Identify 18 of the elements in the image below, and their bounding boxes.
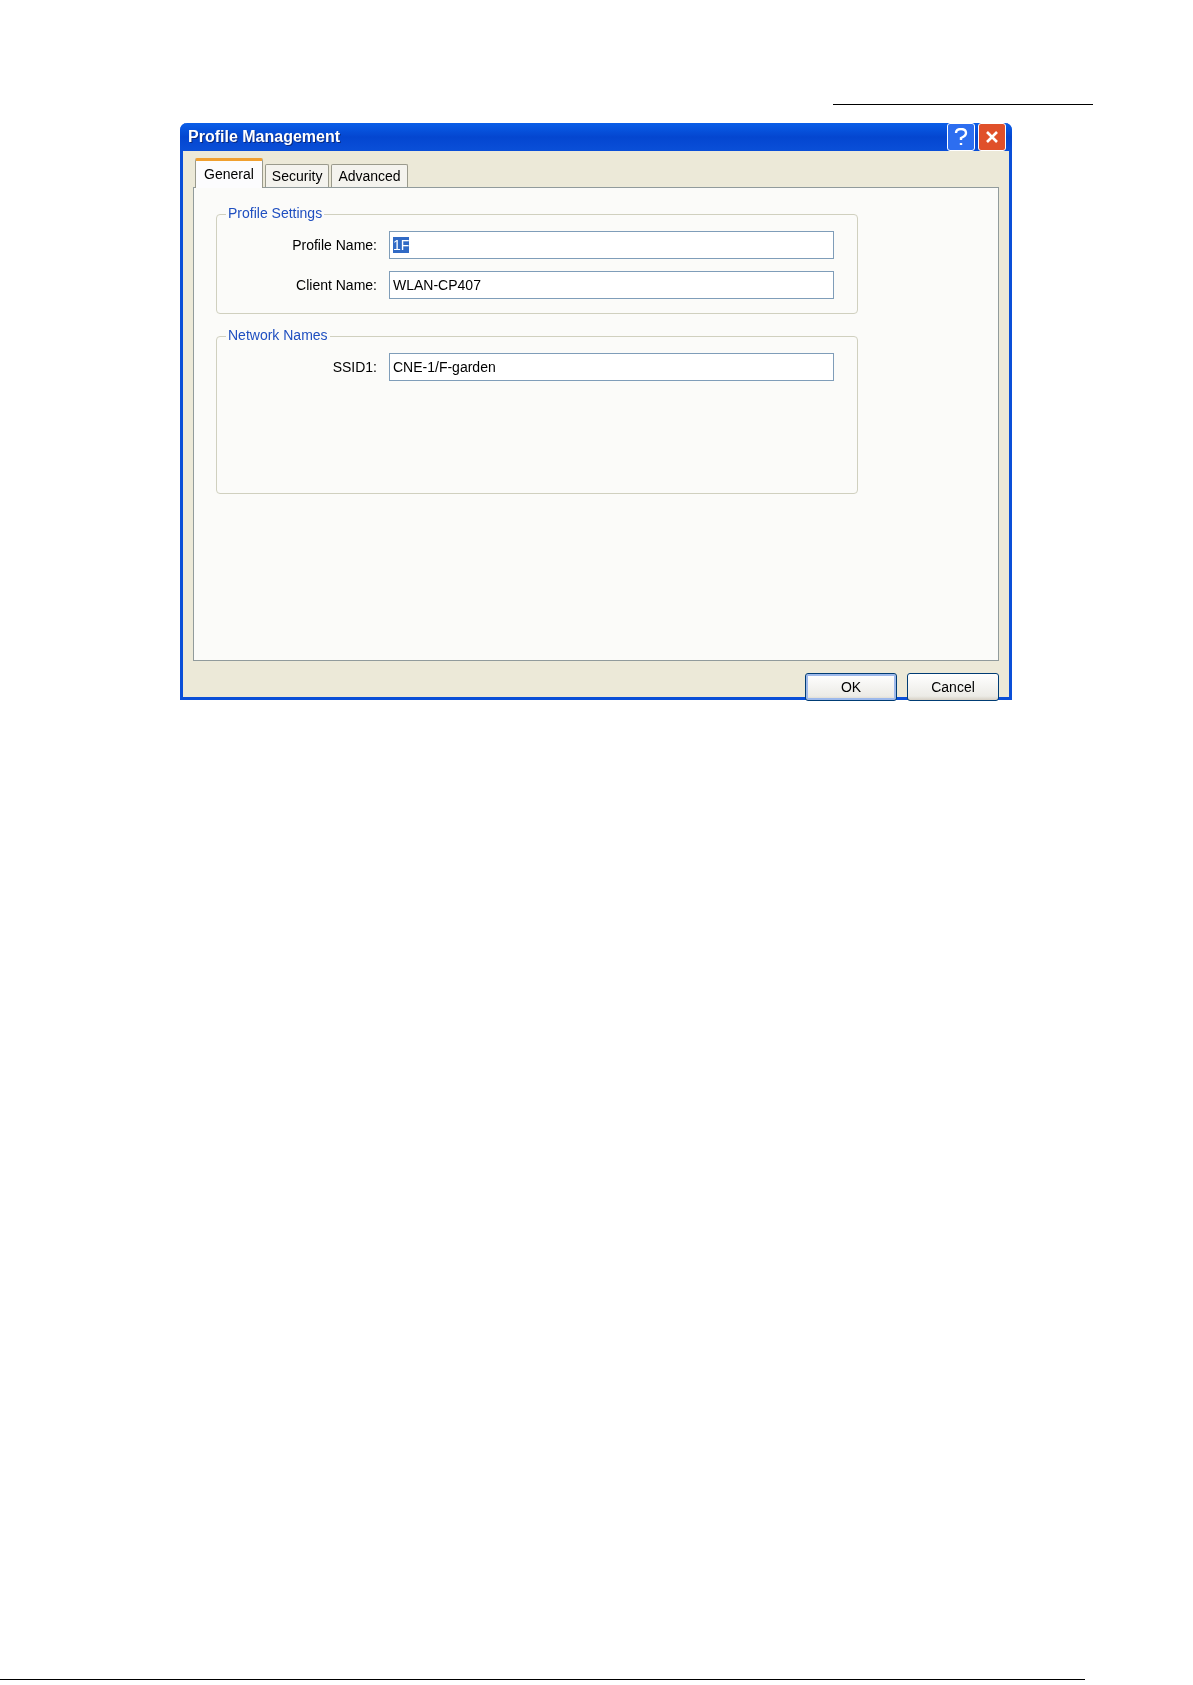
close-icon <box>985 130 999 144</box>
input-field[interactable]: CNE-1/F-garden <box>389 353 834 381</box>
field-label: Client Name: <box>295 277 378 293</box>
field-label: SSID1: <box>331 359 378 375</box>
window-title: Profile Management <box>188 128 342 146</box>
close-button[interactable] <box>978 123 1006 151</box>
input-field[interactable]: WLAN-CP407 <box>389 271 834 299</box>
group-title: Network Names <box>226 327 330 343</box>
field-label: Profile Name: <box>291 237 378 253</box>
tab[interactable]: Security <box>264 164 330 187</box>
group-title: Profile Settings <box>226 205 325 221</box>
input-field[interactable]: 1F <box>389 231 834 259</box>
question-mark-icon <box>954 128 968 146</box>
tab[interactable]: General <box>195 158 263 188</box>
tab[interactable]: Advanced <box>331 164 408 187</box>
dialog-button[interactable]: OK <box>805 673 897 701</box>
help-button[interactable] <box>947 123 975 151</box>
dialog-button[interactable]: Cancel <box>907 673 999 701</box>
